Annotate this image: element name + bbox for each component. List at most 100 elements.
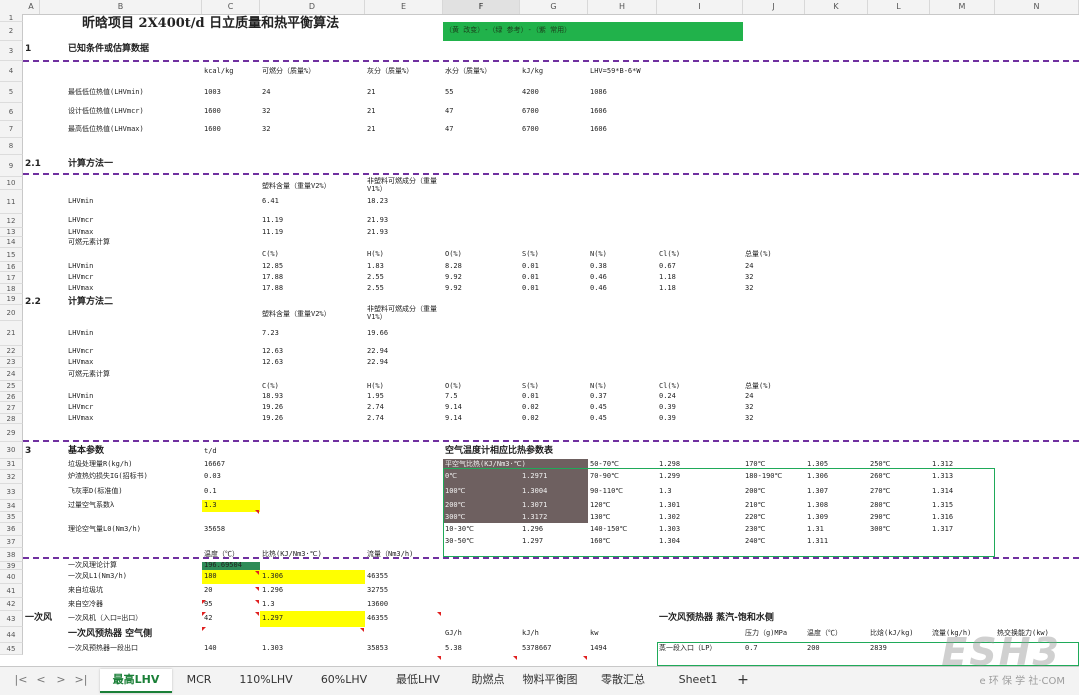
comment-marker[interactable] bbox=[202, 600, 206, 604]
row-header-31[interactable]: 31 bbox=[0, 459, 23, 470]
cell-c39[interactable]: 196.69504 bbox=[202, 561, 242, 570]
cell-e28[interactable]: 2.74 bbox=[365, 414, 384, 423]
cell-b23[interactable]: LHVmax bbox=[66, 358, 93, 367]
row-header-6[interactable]: 6 bbox=[0, 103, 23, 121]
column-header-j[interactable]: J bbox=[743, 0, 805, 14]
cell-e4[interactable]: 灰分（质量%） bbox=[365, 67, 413, 76]
cell-c40[interactable]: 180 bbox=[202, 572, 217, 581]
cell-i35[interactable]: 1.302 bbox=[657, 513, 680, 522]
cell-c38[interactable]: 温度（℃） bbox=[202, 550, 239, 559]
row-header-29[interactable]: 29 bbox=[0, 424, 23, 442]
cell-g6[interactable]: 6700 bbox=[520, 107, 539, 116]
cell-b22[interactable]: LHVmcr bbox=[66, 347, 93, 356]
cell-g4[interactable]: kJ/kg bbox=[520, 67, 543, 76]
cell-i45[interactable]: 蒸一段入口（LP） bbox=[657, 644, 716, 653]
cell-k33[interactable]: 1.307 bbox=[805, 487, 828, 496]
row-header-19[interactable]: 19 bbox=[0, 294, 23, 305]
cell-d21[interactable]: 7.23 bbox=[260, 329, 279, 338]
cell-d10[interactable]: 塑料含量（重量V2%） bbox=[260, 182, 331, 191]
cell-i18[interactable]: 1.18 bbox=[657, 284, 676, 293]
cell-b31[interactable]: 垃圾处理量R(kg/h) bbox=[66, 460, 133, 469]
cell-e45[interactable]: 35853 bbox=[365, 644, 388, 653]
cell-h15[interactable]: N(%) bbox=[588, 250, 607, 259]
cell-e23[interactable]: 22.94 bbox=[365, 358, 388, 367]
cell-j16[interactable]: 24 bbox=[743, 262, 753, 271]
comment-marker[interactable] bbox=[255, 587, 259, 591]
column-header-l[interactable]: L bbox=[868, 0, 930, 14]
cell-b13[interactable]: LHVmax bbox=[66, 228, 93, 237]
cell-b41[interactable]: 来自垃圾坑 bbox=[66, 586, 103, 595]
cell-b5[interactable]: 最低低位热值(LHVmin) bbox=[66, 88, 144, 97]
row-header-32[interactable]: 32 bbox=[0, 470, 23, 484]
cell-j17[interactable]: 32 bbox=[743, 273, 753, 282]
cell-g34[interactable]: 1.3071 bbox=[520, 501, 547, 510]
cell-j31[interactable]: 170℃ bbox=[743, 460, 766, 469]
comment-marker[interactable] bbox=[255, 571, 259, 575]
cell-b17[interactable]: LHVmcr bbox=[66, 273, 93, 282]
row-header-5[interactable]: 5 bbox=[0, 82, 23, 103]
cell-h18[interactable]: 0.46 bbox=[588, 284, 607, 293]
sheet-tab-6[interactable]: 物料平衡图 bbox=[520, 669, 580, 691]
cell-e11[interactable]: 18.23 bbox=[365, 197, 388, 206]
sheet-tab-0[interactable]: 最高LHV bbox=[100, 669, 172, 693]
row-header-22[interactable]: 22 bbox=[0, 346, 23, 357]
cell-d25[interactable]: C(%) bbox=[260, 382, 279, 391]
cell-h31[interactable]: 50-70℃ bbox=[588, 460, 619, 469]
row-header-27[interactable]: 27 bbox=[0, 402, 23, 414]
cell-h33[interactable]: 90-110℃ bbox=[588, 487, 623, 496]
column-header-m[interactable]: M bbox=[930, 0, 995, 14]
column-header-n[interactable]: N bbox=[995, 0, 1079, 14]
cell-c6[interactable]: 1600 bbox=[202, 107, 221, 116]
cell-b18[interactable]: LHVmax bbox=[66, 284, 93, 293]
cell-i36[interactable]: 1.303 bbox=[657, 525, 680, 534]
column-header-f[interactable]: F bbox=[443, 0, 520, 14]
cell-j44[interactable]: 压力（g)MPa bbox=[743, 629, 787, 638]
cell-f32[interactable]: 0℃ bbox=[443, 472, 457, 481]
row-header-3[interactable]: 3 bbox=[0, 41, 23, 61]
cell-h28[interactable]: 0.45 bbox=[588, 414, 607, 423]
cell-f36[interactable]: 10-30℃ bbox=[443, 525, 474, 534]
sheet-tab-7[interactable]: 零散汇总 bbox=[585, 669, 661, 691]
cell-e22[interactable]: 22.94 bbox=[365, 347, 388, 356]
cell-f4[interactable]: 水分（质量%） bbox=[443, 67, 491, 76]
cell-i16[interactable]: 0.67 bbox=[657, 262, 676, 271]
cell-d11[interactable]: 6.41 bbox=[260, 197, 279, 206]
cell-m35[interactable]: 1.316 bbox=[930, 513, 953, 522]
cell-b32[interactable]: 炉渣热灼损失IG(招标书) bbox=[66, 472, 148, 481]
row-header-17[interactable]: 17 bbox=[0, 272, 23, 284]
cell-g35[interactable]: 1.3172 bbox=[520, 513, 547, 522]
sheet-tab-4[interactable]: 最低LHV bbox=[381, 669, 455, 691]
cell-m33[interactable]: 1.314 bbox=[930, 487, 953, 496]
comment-marker[interactable] bbox=[513, 656, 517, 660]
cell-g25[interactable]: S(%) bbox=[520, 382, 539, 391]
cell-g37[interactable]: 1.297 bbox=[520, 537, 543, 546]
cell-b33[interactable]: 飞灰率D(标准值) bbox=[66, 487, 123, 496]
sheet-tab-3[interactable]: 60%LHV bbox=[313, 669, 375, 691]
cell-d38[interactable]: 比热(KJ/Nm3·℃) bbox=[260, 550, 322, 559]
cell-i33[interactable]: 1.3 bbox=[657, 487, 672, 496]
cell-d27[interactable]: 19.26 bbox=[260, 403, 283, 412]
row-header-4[interactable]: 4 bbox=[0, 61, 23, 82]
cell-c41[interactable]: 20 bbox=[202, 586, 212, 595]
section-2-2-number[interactable]: 2.2 bbox=[23, 297, 41, 308]
column-header-a[interactable]: A bbox=[23, 0, 40, 14]
cell-i28[interactable]: 0.39 bbox=[657, 414, 676, 423]
row-header-16[interactable]: 16 bbox=[0, 262, 23, 272]
cell-d23[interactable]: 12.63 bbox=[260, 358, 283, 367]
cell-d41[interactable]: 1.296 bbox=[260, 586, 283, 595]
cell-d17[interactable]: 17.88 bbox=[260, 273, 283, 282]
cell-e7[interactable]: 21 bbox=[365, 125, 375, 134]
cell-b26[interactable]: LHVmin bbox=[66, 392, 93, 401]
cell-f45[interactable]: 5.38 bbox=[443, 644, 462, 653]
row-header-43[interactable]: 43 bbox=[0, 611, 23, 627]
cell-b43[interactable]: 一次风机（入口=出口） bbox=[66, 614, 142, 623]
cell-k45[interactable]: 200 bbox=[805, 644, 820, 653]
section-3-number[interactable]: 3 bbox=[23, 446, 31, 457]
cell-g45[interactable]: 5378667 bbox=[520, 644, 552, 653]
first-sheet-icon[interactable]: |< bbox=[14, 672, 28, 688]
row-header-36[interactable]: 36 bbox=[0, 523, 23, 536]
cell-f18[interactable]: 9.92 bbox=[443, 284, 462, 293]
cell-d13[interactable]: 11.19 bbox=[260, 228, 283, 237]
cell-e25[interactable]: H(%) bbox=[365, 382, 384, 391]
cell-h17[interactable]: 0.46 bbox=[588, 273, 607, 282]
